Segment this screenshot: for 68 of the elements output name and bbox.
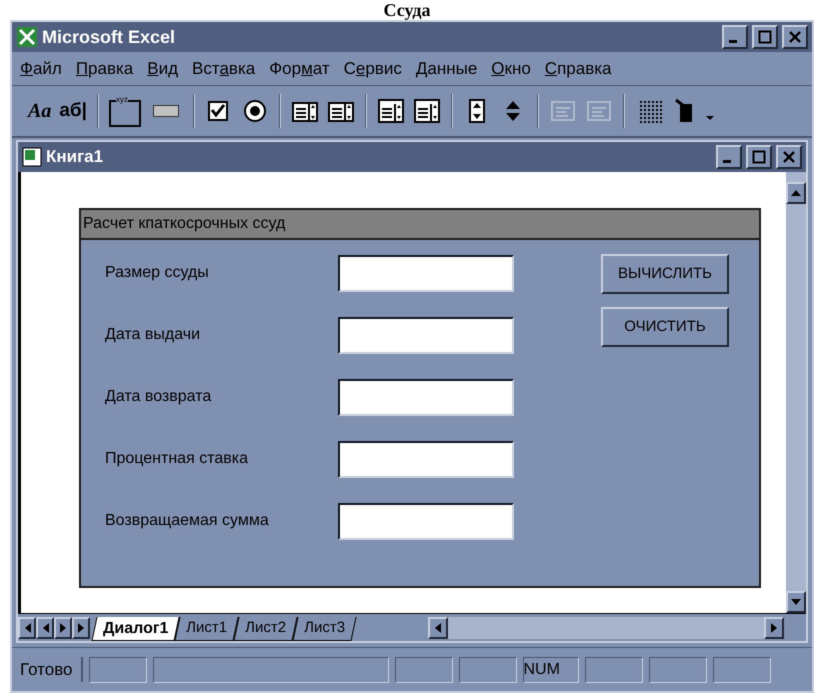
scroll-right-button[interactable]	[764, 616, 784, 638]
page-caption: Ссуда	[382, 0, 432, 20]
field-label: Дата выдачи	[105, 325, 202, 345]
sheet-tab[interactable]: Лист3	[292, 617, 357, 641]
minimize-button[interactable]	[716, 145, 742, 169]
menu-item[interactable]: Справка	[544, 56, 612, 82]
field-label: Дата возврата	[105, 387, 212, 407]
input-field[interactable]	[338, 378, 514, 416]
menu-item[interactable]: Вид	[147, 56, 178, 82]
close-icon	[782, 150, 796, 164]
combo-list-icon[interactable]	[376, 96, 406, 126]
status-panel	[712, 656, 770, 682]
dialog-button[interactable]: ОЧИСТИТЬ	[601, 307, 729, 347]
menu-item[interactable]: Вставка	[192, 56, 256, 82]
menu-item[interactable]: Данные	[416, 56, 478, 82]
field-label: Возвращаемая сумма	[105, 511, 270, 531]
tab-scroll-button[interactable]	[36, 616, 54, 638]
sheet-tab[interactable]: Диалог1	[91, 617, 180, 641]
sheet-tab[interactable]: Лист1	[174, 617, 239, 641]
scroll-up-button[interactable]	[786, 182, 806, 204]
input-field[interactable]	[338, 254, 514, 292]
close-icon	[788, 30, 802, 44]
close-button[interactable]	[782, 25, 808, 49]
edit-box-tool[interactable]: аб|	[55, 96, 91, 126]
maximize-button[interactable]	[752, 25, 778, 49]
sheet-tab[interactable]: Лист2	[234, 617, 298, 641]
workbook-icon	[22, 147, 42, 167]
status-panel	[458, 656, 516, 682]
input-field[interactable]	[338, 316, 514, 354]
button-tool-icon[interactable]	[152, 105, 179, 117]
status-panel	[648, 656, 706, 682]
status-text: Готово	[20, 656, 82, 682]
field-label: Процентная ставка	[105, 449, 249, 469]
right-arrow-icon	[771, 622, 777, 632]
left-arrow-icon	[435, 622, 442, 632]
field-label: Размер ссуды	[105, 263, 210, 283]
maximize-button[interactable]	[746, 145, 772, 169]
menu-item[interactable]: Правка	[76, 56, 134, 82]
status-panel	[584, 656, 642, 682]
minimize-button[interactable]	[722, 25, 748, 49]
minimize-icon	[723, 160, 731, 162]
status-panel	[88, 656, 146, 682]
tab-scroll-button[interactable]	[54, 616, 72, 638]
menu-item[interactable]: Окно	[491, 56, 531, 82]
menu-item[interactable]: Формат	[269, 56, 330, 82]
combo-drop-icon[interactable]	[412, 96, 442, 126]
down-arrow-icon	[791, 599, 801, 605]
menu-item[interactable]: Файл	[20, 56, 62, 82]
dialog-button[interactable]: ВЫЧИСЛИТЬ	[601, 254, 729, 294]
close-button[interactable]	[776, 145, 802, 169]
scroll-left-button[interactable]	[428, 616, 448, 638]
spreadsheet-icon	[16, 26, 38, 48]
maximize-icon	[758, 30, 772, 44]
status-panel	[394, 656, 452, 682]
input-field[interactable]	[338, 440, 514, 478]
minimize-icon	[729, 40, 737, 42]
window-title: Microsoft Excel	[42, 26, 176, 48]
menu-item[interactable]: Сервис	[344, 56, 402, 82]
input-field[interactable]	[338, 502, 514, 540]
maximize-icon	[752, 150, 766, 164]
tab-scroll-button[interactable]	[18, 616, 36, 638]
tab-scroll-button[interactable]	[72, 616, 90, 638]
workbook-title: Книга1	[46, 146, 104, 168]
label-tool[interactable]: Aa	[24, 96, 56, 126]
dialog-title: Расчет кпаткосрочных ссуд	[83, 214, 286, 234]
up-arrow-icon	[791, 190, 801, 196]
scroll-down-button[interactable]	[786, 591, 806, 613]
status-indicator: NUM	[522, 656, 578, 682]
